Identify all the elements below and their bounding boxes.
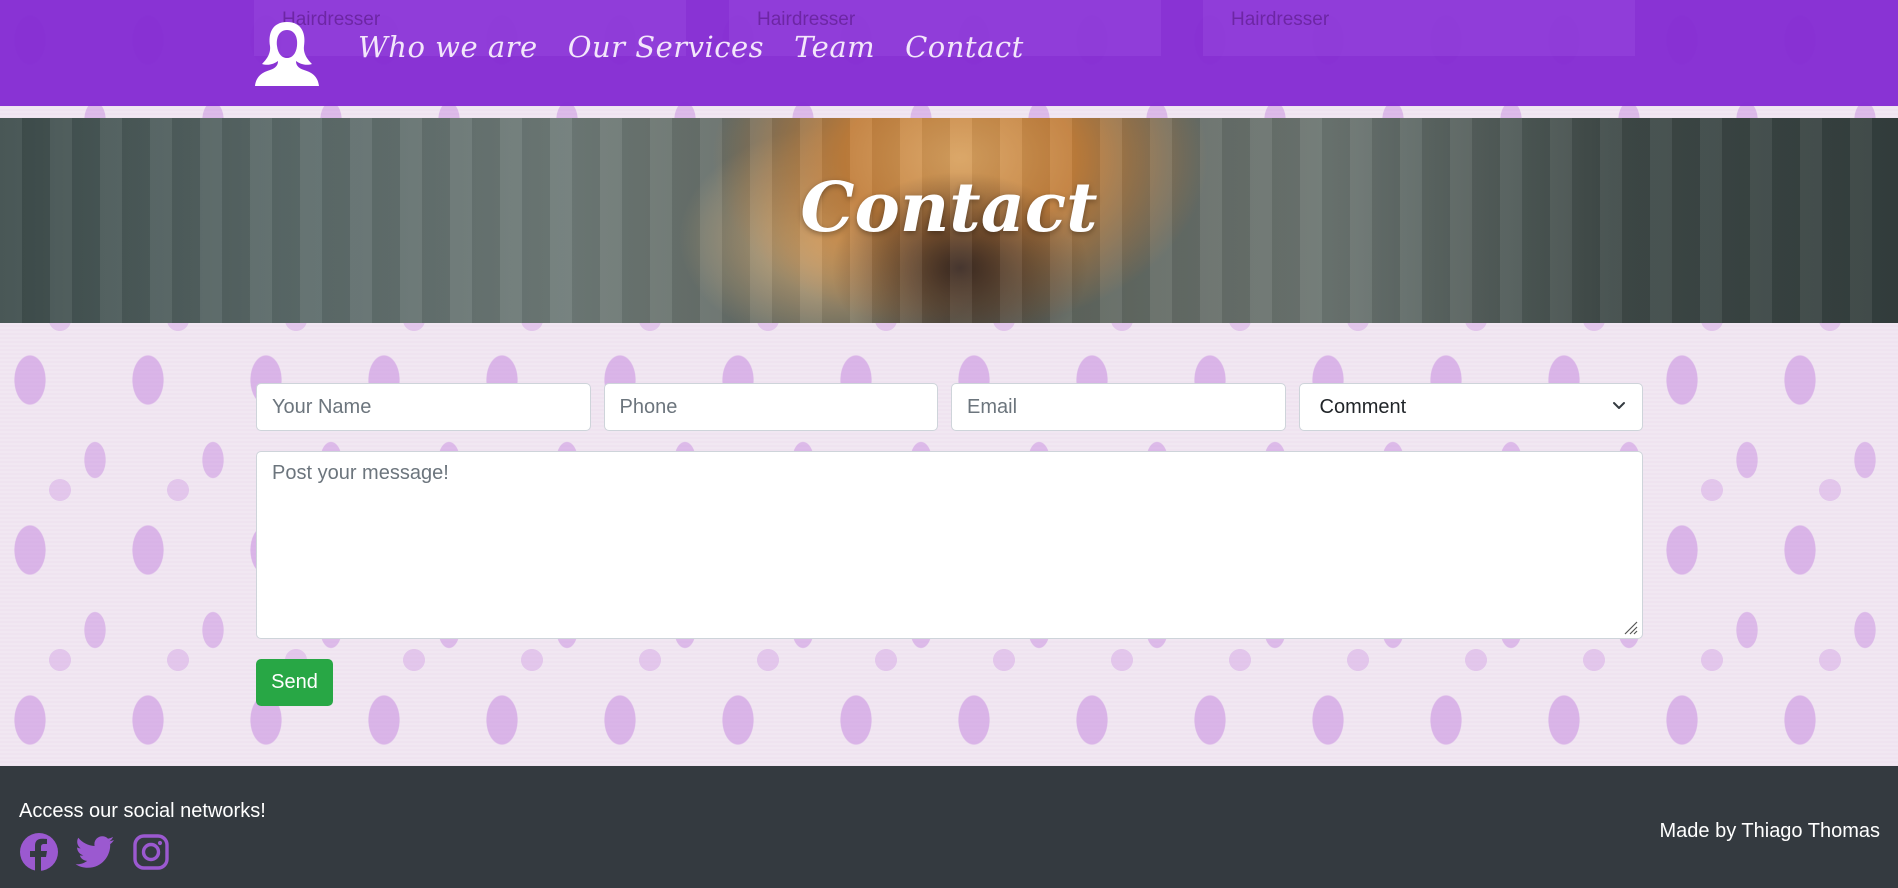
instagram-icon	[133, 834, 169, 870]
facebook-link[interactable]	[19, 832, 59, 872]
form-row: Comment	[256, 383, 1643, 431]
social-links	[19, 832, 171, 872]
credit-text: Made by Thiago Thomas	[1659, 820, 1881, 842]
woman-silhouette-icon	[255, 22, 319, 86]
service-card-title: Hairdresser	[1231, 9, 1330, 30]
phone-input[interactable]	[603, 383, 938, 431]
facebook-icon	[20, 833, 58, 871]
name-input[interactable]	[256, 383, 591, 431]
twitter-link[interactable]	[75, 832, 115, 872]
footer: Access our social networks! Made by Thia…	[0, 766, 1898, 888]
service-card: Hairdresser	[1203, 0, 1635, 56]
nav-link-who-we-are[interactable]: Who we are	[358, 30, 538, 64]
send-button[interactable]: Send	[256, 659, 333, 706]
instagram-link[interactable]	[131, 832, 171, 872]
resize-grip-icon[interactable]	[1622, 619, 1638, 635]
nav-links: Who we are Our Services Team Contact	[358, 30, 1024, 64]
twitter-icon	[75, 836, 114, 868]
chevron-down-icon	[1613, 402, 1625, 409]
page-title: Contact	[800, 168, 1098, 248]
nav-link-our-services[interactable]: Our Services	[568, 30, 764, 64]
subject-select[interactable]: Comment	[1298, 383, 1643, 431]
service-card-title: Hairdresser	[757, 9, 856, 30]
contact-section: Comment Send	[0, 323, 1898, 766]
email-input[interactable]	[951, 383, 1286, 431]
message-textarea[interactable]	[256, 451, 1643, 639]
subject-selected-value: Comment	[1319, 395, 1407, 418]
brand-logo[interactable]	[254, 18, 320, 86]
nav-link-contact[interactable]: Contact	[905, 30, 1024, 64]
social-networks-text: Access our social networks!	[19, 800, 266, 822]
navbar: Hairdresser Hairdresser Hairdresser Who …	[0, 0, 1898, 118]
nav-link-team[interactable]: Team	[794, 30, 875, 64]
hero-banner: Contact	[0, 118, 1898, 323]
